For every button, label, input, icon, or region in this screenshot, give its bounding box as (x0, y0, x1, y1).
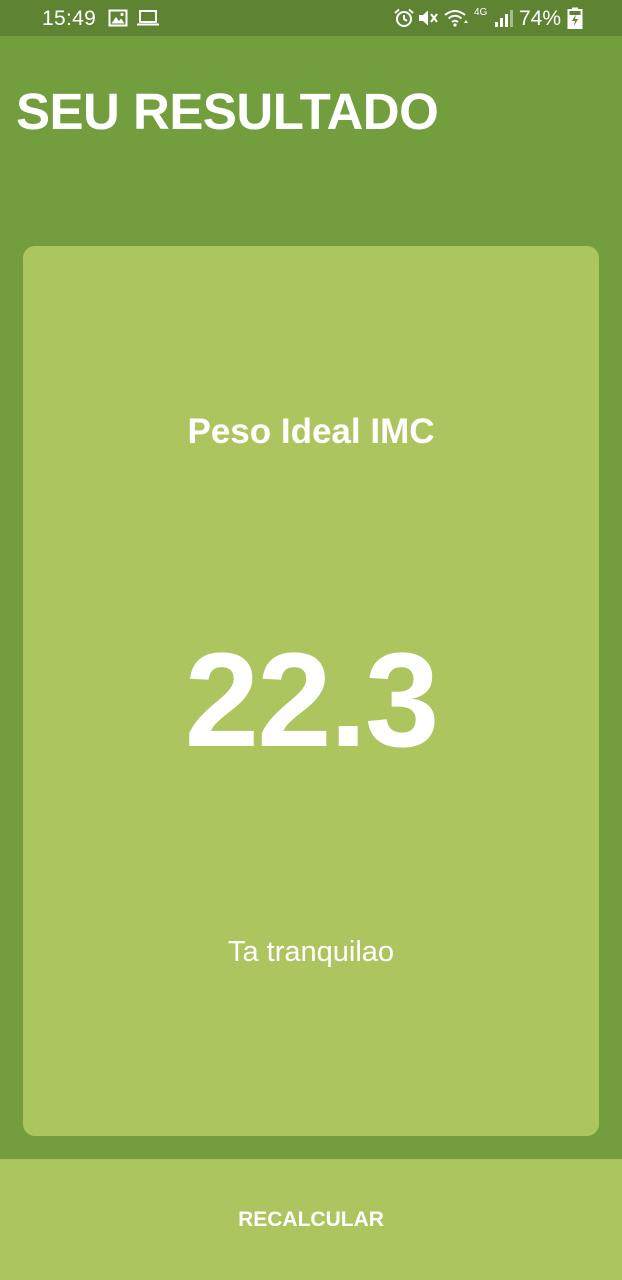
result-label: Peso Ideal IMC (187, 412, 435, 451)
recalculate-button[interactable]: RECALCULAR (0, 1159, 622, 1280)
page-title: SEU RESULTADO (16, 83, 439, 140)
mute-icon (419, 10, 438, 26)
image-icon (108, 9, 128, 27)
status-time: 15:49 (42, 7, 97, 30)
result-message: Ta tranquilao (227, 936, 395, 968)
status-bar: 15:49 4G 74% (0, 0, 622, 36)
battery-charging-icon (567, 7, 583, 29)
battery-percent: 74% (519, 7, 562, 30)
alarm-icon (394, 8, 414, 27)
wifi-icon (444, 10, 468, 27)
bmi-value: 22.3 (184, 626, 440, 775)
network-type-label: 4G (474, 7, 488, 18)
signal-icon (495, 10, 513, 27)
laptop-icon (137, 10, 159, 26)
result-card: Peso Ideal IMC 22.3 Ta tranquilao (23, 246, 599, 1136)
